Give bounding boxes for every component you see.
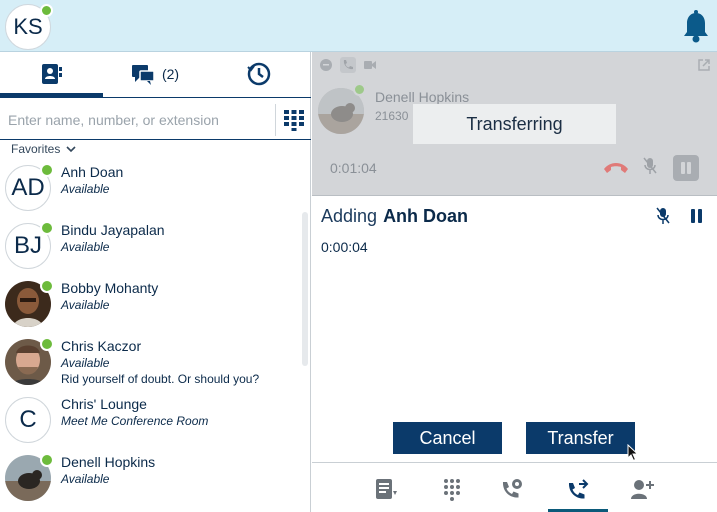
add-participant-icon[interactable] xyxy=(630,477,654,501)
contact-status: Available xyxy=(61,356,110,370)
contact-name: Bobby Mohanty xyxy=(61,280,159,296)
search-bar xyxy=(0,100,311,140)
call-panel: Denell Hopkins 21630 0:01:04 Transferrin… xyxy=(312,52,717,512)
video-icon[interactable] xyxy=(362,57,378,73)
on-phone-presence-icon xyxy=(40,453,54,467)
mute-icon[interactable] xyxy=(642,156,658,176)
contact-status: Available xyxy=(61,240,110,254)
my-presence-icon xyxy=(40,4,53,17)
contact-name: Bindu Jayapalan xyxy=(61,222,165,238)
call-actions-bar xyxy=(312,462,717,512)
contact-status: Available xyxy=(61,472,110,486)
top-bar: KS xyxy=(0,0,717,52)
contact-status: Meet Me Conference Room xyxy=(61,414,209,428)
hold-icon[interactable] xyxy=(691,209,703,223)
cancel-button[interactable]: Cancel xyxy=(393,422,502,454)
on-phone-presence-icon xyxy=(40,163,54,177)
hold-button[interactable] xyxy=(673,155,699,181)
search-input[interactable] xyxy=(8,108,270,132)
tab-history[interactable] xyxy=(206,52,311,96)
dialpad-icon[interactable] xyxy=(440,477,464,501)
list-item[interactable]: C Chris' Lounge Meet Me Conference Room xyxy=(0,392,300,450)
contact-name: Anh Doan xyxy=(61,164,124,180)
transfer-button[interactable]: Transfer xyxy=(526,422,635,454)
list-item[interactable]: Denell Hopkins Available xyxy=(0,450,300,508)
avatar-initials: AD xyxy=(11,174,45,201)
adding-caller-name: Anh Doan xyxy=(383,206,469,226)
contact-name: Chris' Lounge xyxy=(61,396,147,412)
held-call-card: Denell Hopkins 21630 0:01:04 Transferrin… xyxy=(312,52,717,196)
tab-contacts[interactable] xyxy=(0,52,103,96)
phone-app: KS (2) Enter name, number, or extension … xyxy=(0,0,717,512)
held-call-timer: 0:01:04 xyxy=(330,160,377,176)
messages-count: (2) xyxy=(161,66,180,82)
avatar: C xyxy=(5,397,51,443)
favorites-label: Favorites xyxy=(11,142,61,156)
chat-icon[interactable] xyxy=(318,57,334,73)
contact-note: Rid yourself of doubt. Or should you? xyxy=(61,372,260,386)
adding-call-timer: 0:00:04 xyxy=(321,239,368,255)
park-call-icon[interactable] xyxy=(500,477,524,501)
transferring-banner: Transferring xyxy=(413,104,616,144)
held-caller-number: 21630 xyxy=(375,109,409,123)
favorites-dropdown[interactable]: Favorites xyxy=(11,142,76,156)
search-divider xyxy=(275,104,276,136)
left-panel: (2) Enter name, number, or extension Fav… xyxy=(0,52,311,512)
available-presence-icon xyxy=(40,279,54,293)
avatar-initials: C xyxy=(19,406,37,433)
adding-caller: Adding Anh Doan xyxy=(321,206,468,227)
transfer-call-icon[interactable] xyxy=(566,477,590,501)
contacts-scrollbar[interactable] xyxy=(302,212,308,366)
my-initials: KS xyxy=(13,14,43,39)
phone-icon[interactable] xyxy=(340,57,356,73)
history-clock-icon xyxy=(246,62,270,86)
dialpad-icon[interactable] xyxy=(283,109,305,131)
mute-icon[interactable] xyxy=(656,207,670,225)
contact-name: Chris Kaczor xyxy=(61,338,142,354)
avatar-initials: BJ xyxy=(13,232,42,259)
contact-name: Denell Hopkins xyxy=(61,454,156,470)
contact-status: Available xyxy=(61,298,110,312)
mouse-cursor-icon xyxy=(627,444,639,462)
list-item[interactable]: BJ Bindu Jayapalan Available xyxy=(0,218,300,276)
held-caller-name: Denell Hopkins xyxy=(375,89,470,105)
available-presence-icon xyxy=(40,337,54,351)
popout-icon[interactable] xyxy=(697,58,711,72)
list-item[interactable]: AD Anh Doan Available xyxy=(0,160,300,218)
list-item[interactable]: Chris Kaczor Available Rid yourself of d… xyxy=(0,334,300,392)
hangup-icon[interactable] xyxy=(602,159,630,175)
tabs-divider xyxy=(0,97,311,98)
tab-messages[interactable]: (2) xyxy=(103,52,206,96)
call-mode-icons xyxy=(318,57,378,73)
contact-status: Available xyxy=(61,182,110,196)
call-notes-icon[interactable] xyxy=(374,477,398,501)
list-item[interactable]: Bobby Mohanty Available xyxy=(0,276,300,334)
left-tabs: (2) xyxy=(0,52,311,97)
notifications-bell-icon[interactable] xyxy=(681,10,711,44)
chevron-down-icon xyxy=(66,146,76,153)
available-presence-icon xyxy=(40,221,54,235)
on-phone-presence-icon xyxy=(353,83,366,96)
contacts-card-icon xyxy=(41,64,62,84)
adding-label: Adding xyxy=(321,206,378,226)
chat-bubbles-icon xyxy=(131,65,155,85)
